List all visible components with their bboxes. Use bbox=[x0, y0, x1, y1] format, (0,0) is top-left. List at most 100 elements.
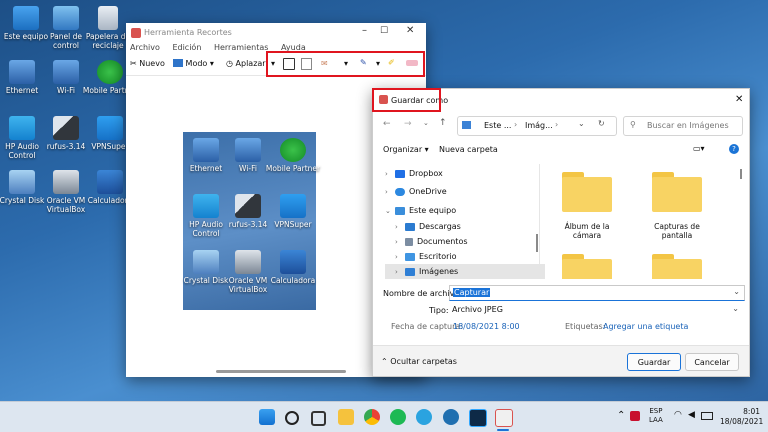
minimize-button[interactable]: – bbox=[362, 25, 367, 36]
chevron-right-icon[interactable]: › bbox=[395, 223, 405, 231]
chevron-right-icon[interactable]: › bbox=[395, 253, 405, 261]
tree-item-label: Escritorio bbox=[419, 252, 457, 261]
close-button[interactable]: ✕ bbox=[735, 94, 743, 105]
tree-item-label: Documentos bbox=[417, 237, 468, 246]
snip-icon-vpnsuper: VPNSuper bbox=[265, 194, 321, 229]
delay-button[interactable]: ◷ Aplazar bbox=[226, 59, 266, 68]
telegram-icon[interactable] bbox=[416, 409, 432, 425]
up-arrow-icon[interactable]: ↑ bbox=[439, 118, 447, 128]
forward-arrow-icon[interactable]: → bbox=[404, 119, 412, 129]
tree-item-imagenes[interactable]: › Imágenes bbox=[385, 264, 545, 279]
file-name-field[interactable]: Capturar ⌄ bbox=[449, 285, 745, 301]
save-as-dialog: Guardar como ✕ ← → ⌄ ↑ Este ... › Imág..… bbox=[372, 88, 750, 377]
task-view-icon[interactable] bbox=[311, 411, 326, 426]
audio-icon bbox=[193, 194, 219, 218]
tree-item-documentos[interactable]: › Documentos bbox=[395, 234, 468, 249]
file-list-scrollbar[interactable] bbox=[740, 169, 742, 179]
menu-archivo[interactable]: Archivo bbox=[130, 43, 160, 52]
new-folder-button[interactable]: Nueva carpeta bbox=[439, 145, 498, 154]
file-type-value: Archivo JPEG bbox=[452, 305, 503, 314]
chevron-up-icon[interactable]: ⌃ bbox=[617, 410, 625, 421]
organize-label: Organizar bbox=[383, 145, 423, 154]
tree-item-escritorio[interactable]: › Escritorio bbox=[395, 249, 457, 264]
folder-icon[interactable] bbox=[562, 254, 612, 279]
breadcrumb-imagenes[interactable]: Imág... bbox=[525, 121, 553, 130]
start-icon[interactable] bbox=[259, 409, 275, 425]
desktop-icon-label: VPNSuper bbox=[91, 142, 129, 151]
chevron-right-icon: › bbox=[555, 120, 559, 129]
photoshop-icon[interactable] bbox=[469, 409, 487, 427]
chevron-down-icon[interactable]: ⌄ bbox=[423, 119, 429, 127]
chrome-icon[interactable] bbox=[364, 409, 380, 425]
add-tag-link[interactable]: Agregar una etiqueta bbox=[603, 322, 688, 331]
view-options-icon[interactable]: ▭▾ bbox=[693, 144, 705, 153]
scissors-icon: ✂ bbox=[130, 59, 137, 68]
chevron-down-icon[interactable]: ⌄ bbox=[578, 119, 585, 128]
menu-edicion[interactable]: Edición bbox=[172, 43, 201, 52]
chevron-right-icon[interactable]: › bbox=[395, 268, 405, 276]
organize-menu[interactable]: Organizar ▾ bbox=[383, 145, 429, 154]
back-arrow-icon[interactable]: ← bbox=[383, 119, 391, 129]
chevron-down-icon: ⌄ bbox=[732, 304, 739, 313]
chevron-right-icon[interactable]: › bbox=[385, 188, 395, 196]
breadcrumb-este-equipo[interactable]: Este ... bbox=[484, 121, 511, 130]
app-icon[interactable] bbox=[443, 409, 459, 425]
clock[interactable]: 8:01 18/08/2021 bbox=[720, 407, 763, 427]
disk-icon bbox=[193, 250, 219, 274]
search-placeholder: Buscar en Imágenes bbox=[647, 121, 729, 130]
snipping-tool-icon[interactable] bbox=[495, 409, 513, 427]
refresh-icon[interactable]: ↻ bbox=[598, 119, 605, 128]
audio-icon bbox=[9, 116, 35, 140]
wifi-network-icon bbox=[235, 138, 261, 162]
wifi-icon[interactable]: ◠ bbox=[674, 410, 682, 420]
snip-icon-label: Wi-Fi bbox=[239, 164, 257, 173]
highlight-toolbar-box bbox=[266, 51, 425, 77]
chevron-down-icon[interactable]: ⌄ bbox=[385, 207, 395, 215]
battery-icon[interactable] bbox=[701, 412, 713, 420]
mode-button[interactable]: Modo ▾ bbox=[173, 59, 214, 68]
snip-icon-label: Mobile Partner bbox=[265, 164, 321, 173]
chevron-right-icon[interactable]: › bbox=[385, 170, 395, 178]
tree-item-onedrive[interactable]: › OneDrive bbox=[385, 184, 447, 199]
help-icon[interactable]: ? bbox=[729, 144, 739, 154]
speaker-icon[interactable]: ◀ bbox=[688, 410, 695, 420]
tree-item-este-equipo[interactable]: ⌄ Este equipo bbox=[385, 203, 456, 218]
menu-herramientas[interactable]: Herramientas bbox=[214, 43, 269, 52]
folder-icon[interactable] bbox=[652, 254, 702, 279]
download-icon bbox=[405, 222, 415, 231]
snipping-titlebar[interactable]: Herramienta Recortes – ☐ ✕ bbox=[126, 23, 426, 43]
spotify-icon[interactable] bbox=[390, 409, 406, 425]
maximize-button[interactable]: ☐ bbox=[380, 26, 388, 36]
nav-pane-scrollbar[interactable] bbox=[536, 234, 538, 252]
hide-folders-button[interactable]: ⌃ Ocultar carpetas bbox=[381, 357, 457, 366]
key-icon bbox=[97, 116, 123, 140]
key-icon bbox=[280, 194, 306, 218]
navigation-pane: › Dropbox › OneDrive ⌄ Este equipo › Descarg… bbox=[373, 164, 545, 279]
capture-date-value[interactable]: 18/08/2021 8:00 bbox=[453, 322, 520, 331]
folder-label: Capturas de pantalla bbox=[654, 222, 700, 240]
close-button[interactable]: ✕ bbox=[406, 25, 414, 36]
usb-drive-icon bbox=[235, 194, 261, 218]
calculator-icon bbox=[97, 170, 123, 194]
tree-item-dropbox[interactable]: › Dropbox bbox=[385, 166, 443, 181]
tree-item-descargas[interactable]: › Descargas bbox=[395, 219, 461, 234]
language-indicator[interactable]: ESP LAA bbox=[649, 407, 663, 425]
save-button[interactable]: Guardar bbox=[627, 353, 681, 371]
horizontal-scrollbar[interactable] bbox=[216, 370, 346, 373]
file-type-select[interactable]: Archivo JPEG ⌄ bbox=[449, 303, 743, 317]
antivirus-icon[interactable] bbox=[630, 411, 640, 421]
search-icon[interactable] bbox=[285, 411, 299, 425]
new-snip-button[interactable]: ✂ Nuevo bbox=[130, 59, 165, 68]
desktop-icon-label: rufus-3.14 bbox=[46, 142, 86, 151]
cancel-button[interactable]: Cancelar bbox=[685, 353, 739, 371]
chevron-right-icon[interactable]: › bbox=[395, 238, 405, 246]
delay-label: Aplazar bbox=[235, 59, 266, 68]
address-bar[interactable]: Este ... › Imág... › ⌄ ↻ bbox=[457, 116, 617, 136]
disk-icon bbox=[9, 170, 35, 194]
file-name-value: Capturar bbox=[453, 288, 491, 297]
desktop-icon-label: HP Audio Control bbox=[5, 142, 39, 160]
file-explorer-icon[interactable] bbox=[338, 409, 354, 425]
chevron-down-icon[interactable]: ⌄ bbox=[733, 287, 740, 296]
search-input[interactable]: ⚲ Buscar en Imágenes bbox=[623, 116, 743, 136]
desktop-icon-label: Wi-Fi bbox=[57, 86, 75, 95]
